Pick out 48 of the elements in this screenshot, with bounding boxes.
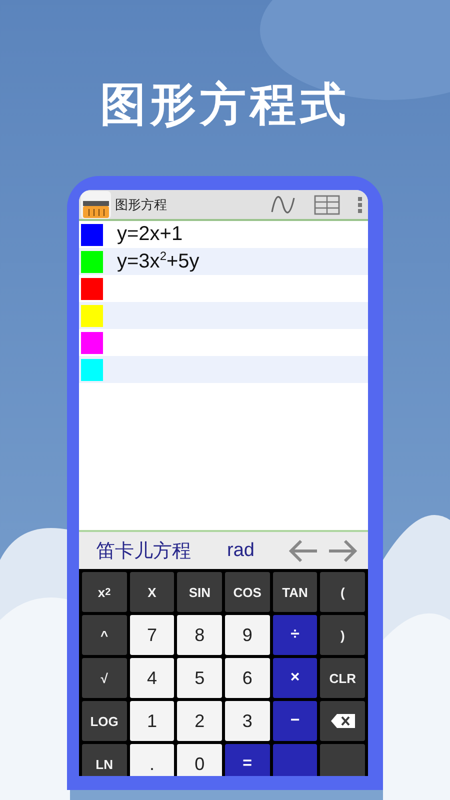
calculator-key[interactable]: 6	[225, 658, 270, 698]
calculator-key[interactable]: .	[130, 744, 174, 776]
graph-icon[interactable]	[270, 196, 296, 214]
equation-row[interactable]: y=3x$^{2}$+5y	[79, 248, 368, 275]
color-swatch[interactable]	[81, 304, 103, 326]
calculator-key[interactable]: −	[272, 701, 318, 741]
coordinate-mode[interactable]: 笛卡儿方程	[96, 538, 191, 564]
table-icon[interactable]	[314, 194, 340, 214]
calculator-key[interactable]: )	[320, 615, 365, 655]
angle-unit[interactable]: rad	[227, 540, 254, 562]
backspace-icon	[330, 714, 355, 728]
right-arrow-icon[interactable]	[328, 538, 358, 562]
calculator-key[interactable]: LOG	[82, 701, 127, 741]
calculator-key[interactable]: 5	[177, 658, 222, 698]
calculator-key[interactable]: ×	[272, 658, 318, 698]
calculator-key[interactable]: CLR	[320, 658, 365, 698]
left-arrow-icon[interactable]	[288, 538, 318, 562]
equation-text: y=3x$^{2}$+5y	[117, 249, 200, 274]
calculator-key[interactable]	[320, 701, 365, 741]
calculator-key[interactable]: 9	[225, 615, 270, 655]
equation-text: y=2x+1	[117, 223, 183, 246]
calculator-key[interactable]: 3	[225, 701, 270, 741]
more-icon[interactable]	[358, 196, 362, 214]
calculator-key[interactable]: X	[130, 572, 174, 612]
color-swatch[interactable]	[81, 250, 103, 272]
calculator-key[interactable]: (	[320, 572, 365, 612]
color-swatch[interactable]	[81, 224, 103, 246]
calculator-key[interactable]: 2	[177, 701, 222, 741]
color-swatch[interactable]	[81, 332, 103, 354]
color-swatch[interactable]	[81, 278, 103, 300]
calculator-key[interactable]: 4	[130, 658, 174, 698]
calculator-key[interactable]: 1	[130, 701, 174, 741]
calculator-key[interactable]: ÷	[272, 615, 318, 655]
color-swatch[interactable]	[81, 358, 103, 380]
calculator-key[interactable]: =	[225, 744, 270, 776]
calculator-key[interactable]: 7	[130, 615, 174, 655]
calculator-key[interactable]: TAN	[272, 572, 318, 612]
calculator-key[interactable]: SIN	[177, 572, 222, 612]
app-title: 图形方程	[115, 196, 168, 214]
calculator-key[interactable]: ^	[82, 615, 127, 655]
calculator-key[interactable]: LN	[82, 744, 127, 776]
equation-row[interactable]: y=2x+1	[79, 221, 368, 248]
calculator-key[interactable]: COS	[225, 572, 270, 612]
headline: 图形方程式	[100, 76, 350, 133]
calculator-key[interactable]: 8	[177, 615, 222, 655]
calculator-icon	[81, 190, 111, 218]
calculator-key[interactable]: 0	[177, 744, 222, 776]
calculator-key[interactable]: √	[82, 658, 127, 698]
